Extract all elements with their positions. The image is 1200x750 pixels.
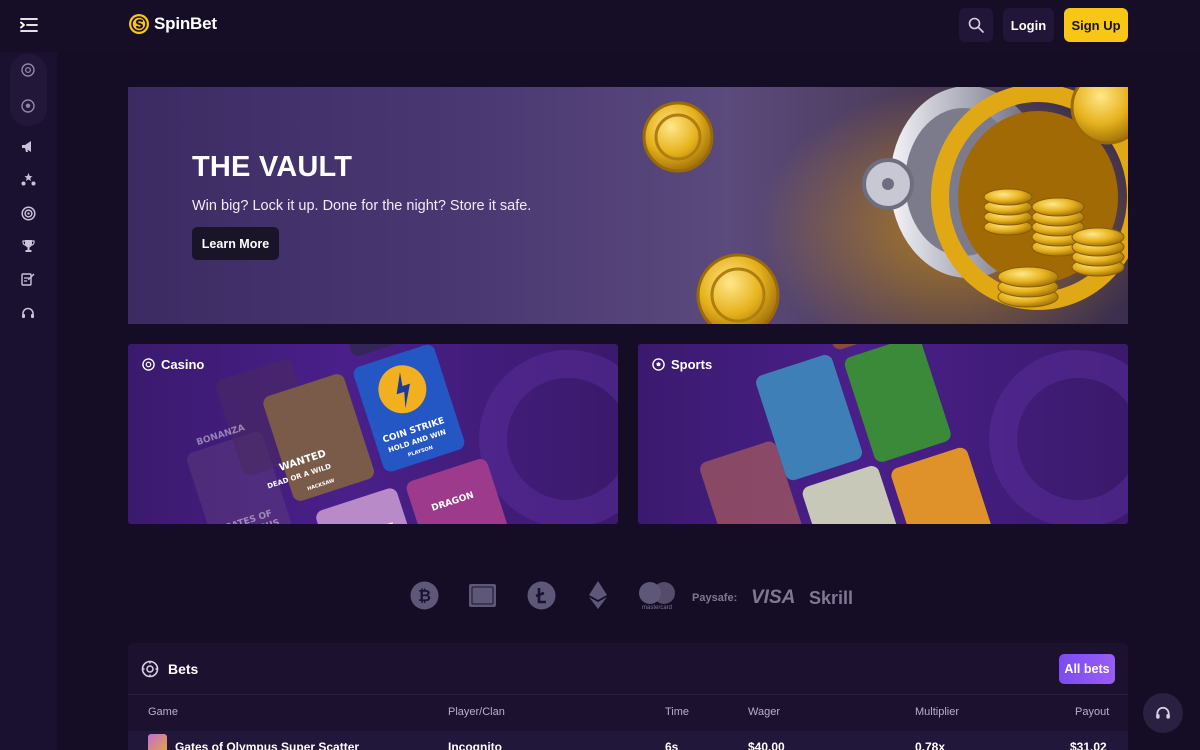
target-icon[interactable] xyxy=(18,203,38,223)
litecoin-icon xyxy=(526,580,556,610)
banner-title: THE VAULT xyxy=(192,151,353,183)
mastercard-icon: mastercard xyxy=(637,580,677,612)
learn-more-button[interactable]: Learn More xyxy=(192,227,279,260)
trophy-icon[interactable] xyxy=(18,236,38,256)
column-header-time[interactable]: Time xyxy=(665,706,689,718)
support-button[interactable] xyxy=(1143,693,1183,733)
bet-wager: $40.00 xyxy=(748,740,785,750)
bet-multiplier: 0.78x xyxy=(915,740,946,750)
signup-button[interactable]: Sign Up xyxy=(1064,8,1128,42)
sports-card-label: Sports xyxy=(652,357,712,372)
mastercard-text: mastercard xyxy=(641,605,672,611)
bet-player: Incognito xyxy=(448,740,502,750)
search-icon xyxy=(968,17,984,33)
casino-chip-icon xyxy=(141,660,159,678)
menu-toggle-icon[interactable] xyxy=(18,14,40,36)
column-header-wager[interactable]: Wager xyxy=(748,706,780,718)
casino-category-card[interactable]: WANTED DEAD OR A WILD HACKSAW COIN STRIKE HO… xyxy=(128,344,618,524)
bets-title: Bets xyxy=(168,661,199,677)
column-header-multiplier[interactable]: Multiplier xyxy=(915,706,959,718)
column-header-game[interactable]: Game xyxy=(148,706,178,718)
paysafe-logo: Paysafe: xyxy=(692,592,738,604)
vault-promo-banner[interactable]: THE VAULT Win big? Lock it up. Done for … xyxy=(128,87,1128,324)
casino-chip-icon[interactable] xyxy=(18,60,38,80)
casino-chip-icon xyxy=(142,358,155,371)
soccer-ball-icon[interactable] xyxy=(18,96,38,116)
payment-methods: ₿ mastercard Paysafe: VISA Skrill xyxy=(400,580,860,616)
vault-illustration xyxy=(642,87,1128,324)
bets-panel: Bets All bets Game Player/Clan Time Wage… xyxy=(128,643,1128,750)
skrill-logo: Skrill xyxy=(809,587,854,608)
bet-payout: $31.02 xyxy=(1070,740,1107,750)
all-bets-button[interactable]: All bets xyxy=(1059,654,1115,684)
bets-header: Bets All bets xyxy=(128,643,1128,695)
search-button[interactable] xyxy=(959,8,993,42)
sidebar xyxy=(0,52,57,750)
interac-icon xyxy=(467,580,497,610)
login-button[interactable]: Login xyxy=(1003,8,1054,42)
bitcoin-icon: ₿ xyxy=(409,580,439,610)
brand-name: SpinBet xyxy=(154,14,217,33)
support-headset-icon xyxy=(1156,706,1170,719)
ethereum-icon xyxy=(585,580,611,610)
table-row[interactable]: Gates of Olympus Super Scatter Incognito… xyxy=(128,731,1128,750)
sports-label: Sports xyxy=(671,357,713,372)
svg-text:₿: ₿ xyxy=(417,586,430,605)
casino-label: Casino xyxy=(161,357,205,372)
soccer-ball-icon xyxy=(652,358,665,371)
visa-logo: VISA xyxy=(751,587,796,608)
stars-icon[interactable] xyxy=(18,169,38,189)
headset-icon[interactable] xyxy=(18,303,38,323)
bet-time: 6s xyxy=(665,740,679,750)
spinbet-logo-icon xyxy=(129,14,149,34)
column-header-payout[interactable]: Payout xyxy=(1075,706,1109,718)
bet-game[interactable]: Gates of Olympus Super Scatter xyxy=(175,740,359,750)
edit-note-icon[interactable] xyxy=(18,269,38,289)
megaphone-icon[interactable] xyxy=(18,136,38,156)
game-thumbnail xyxy=(148,734,167,750)
top-header: SpinBet Login Sign Up xyxy=(0,0,1200,52)
brand-logo[interactable]: SpinBet xyxy=(128,13,217,35)
casino-card-label: Casino xyxy=(142,357,204,372)
sports-category-card[interactable]: Sports xyxy=(638,344,1128,524)
banner-subtitle: Win big? Lock it up. Done for the night?… xyxy=(192,198,532,214)
column-header-player[interactable]: Player/Clan xyxy=(448,706,505,718)
